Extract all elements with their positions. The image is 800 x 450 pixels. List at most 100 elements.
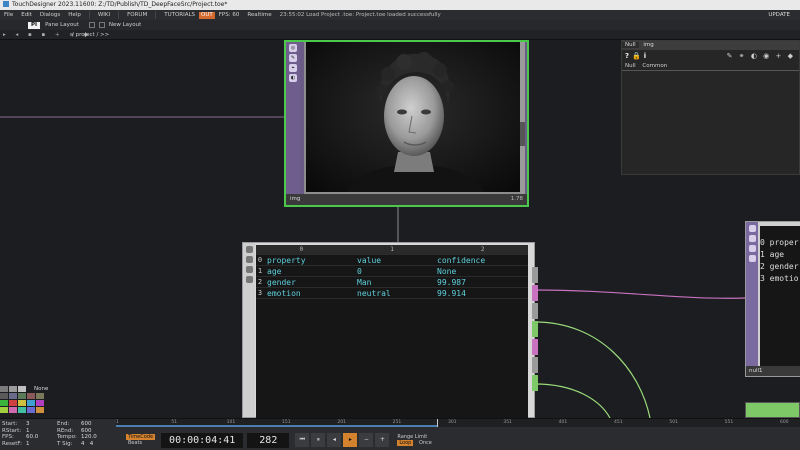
table-cell[interactable]: age bbox=[264, 266, 354, 276]
realtime-toggle[interactable]: Realtime bbox=[243, 10, 275, 20]
swatch[interactable] bbox=[0, 407, 8, 413]
pane-layout-label[interactable]: Pane Layout bbox=[45, 20, 79, 30]
swatch[interactable] bbox=[9, 400, 17, 406]
swatch[interactable] bbox=[36, 393, 44, 399]
stat-resetf[interactable]: 1 bbox=[26, 441, 30, 448]
table-cell[interactable]: Man bbox=[354, 277, 434, 287]
swatch[interactable] bbox=[9, 393, 17, 399]
output-connector[interactable] bbox=[532, 375, 538, 391]
output-connector[interactable] bbox=[532, 267, 538, 283]
node-settings-icon[interactable]: ⌖ bbox=[289, 64, 297, 72]
swatch[interactable] bbox=[36, 407, 44, 413]
table-cell[interactable]: None bbox=[434, 266, 524, 276]
node-pin-icon[interactable]: ✎ bbox=[289, 54, 297, 62]
node-display-icon[interactable] bbox=[245, 276, 253, 283]
menu-file[interactable]: File bbox=[0, 10, 17, 20]
node-info-icon[interactable] bbox=[748, 225, 756, 232]
green-node[interactable] bbox=[745, 402, 800, 418]
node-display-icon[interactable]: ◐ bbox=[289, 74, 297, 82]
pane-type-button[interactable]: PI bbox=[28, 21, 41, 29]
node-info-icon[interactable]: ◎ bbox=[289, 44, 297, 52]
playhead[interactable] bbox=[437, 419, 439, 427]
lock-icon[interactable]: 🔒 bbox=[632, 52, 641, 60]
swatch[interactable] bbox=[27, 393, 35, 399]
img-node[interactable]: ◎ ✎ ⌖ ◐ img 1.78 bbox=[284, 40, 529, 207]
swatch[interactable] bbox=[18, 400, 26, 406]
menu-dialogs[interactable]: Dialogs bbox=[36, 10, 64, 20]
output-connector[interactable] bbox=[532, 339, 538, 355]
swatch[interactable] bbox=[18, 407, 26, 413]
output-connector[interactable] bbox=[532, 321, 538, 337]
output-connectors[interactable] bbox=[532, 243, 538, 417]
stat-tsig[interactable]: 4 4 bbox=[81, 441, 93, 448]
output-connector[interactable] bbox=[532, 357, 538, 373]
swatch[interactable] bbox=[0, 393, 8, 399]
table-cell[interactable]: gender bbox=[264, 277, 354, 287]
swatch[interactable] bbox=[36, 400, 44, 406]
swatch[interactable] bbox=[0, 386, 8, 392]
play-reverse-icon[interactable]: ◂ bbox=[327, 433, 342, 447]
node-pin-icon[interactable] bbox=[748, 235, 756, 242]
color-palette[interactable]: None bbox=[0, 386, 52, 418]
rewind-icon[interactable]: ⏮ bbox=[295, 433, 310, 447]
table-cell[interactable]: 99.987 bbox=[434, 277, 524, 287]
table-row[interactable]: 0 property value confidence bbox=[256, 255, 528, 266]
timeline-ruler[interactable]: 1 51 101 151 201 251 301 351 401 451 501 551 600 bbox=[116, 419, 800, 427]
frame-display[interactable]: 282 bbox=[247, 432, 290, 448]
new-layout-button[interactable]: New Layout bbox=[109, 20, 141, 30]
null-dat-node[interactable]: 0 proper 1 age 2 gender 3 emotio null1 bbox=[745, 221, 800, 377]
swatch[interactable] bbox=[9, 407, 17, 413]
table-dat-node[interactable]: 0 1 2 0 property value confidence 1 age … bbox=[242, 242, 538, 418]
table-cell[interactable]: confidence bbox=[434, 255, 524, 265]
scroll-thumb[interactable] bbox=[520, 122, 525, 146]
node-info-icon[interactable] bbox=[245, 246, 253, 253]
table-cell[interactable]: 0 bbox=[354, 266, 434, 276]
table-cell[interactable]: property bbox=[264, 255, 354, 265]
tutorials-link[interactable]: TUTORIALS bbox=[160, 10, 199, 20]
update-button[interactable]: UPDATE bbox=[768, 10, 790, 20]
forum-link[interactable]: FORUM bbox=[123, 10, 151, 20]
beats-mode-button[interactable]: Beats bbox=[126, 440, 155, 446]
param-page-null[interactable]: Null bbox=[625, 63, 636, 69]
tsig-numerator[interactable]: 4 bbox=[81, 441, 85, 447]
param-tab-img[interactable]: img bbox=[640, 42, 656, 48]
node-settings-icon[interactable] bbox=[748, 245, 756, 252]
table-cell[interactable]: neutral bbox=[354, 288, 434, 298]
table-cell[interactable]: emotion bbox=[264, 288, 354, 298]
once-button[interactable]: Once bbox=[417, 440, 434, 446]
help-icon[interactable]: ? bbox=[625, 52, 629, 60]
layout-split-icon[interactable] bbox=[98, 22, 105, 28]
param-tab-null[interactable]: Null bbox=[622, 42, 639, 48]
node-name[interactable]: null1 bbox=[749, 368, 763, 374]
node-name[interactable]: img bbox=[290, 196, 300, 202]
output-connector[interactable] bbox=[532, 285, 538, 301]
table-row[interactable]: 3 emotion neutral 99.914 bbox=[256, 288, 528, 299]
swatch[interactable] bbox=[18, 393, 26, 399]
loop-button[interactable]: Loop bbox=[397, 440, 414, 446]
table-row[interactable]: 1 age 0 None bbox=[256, 266, 528, 277]
param-page-common[interactable]: Common bbox=[642, 63, 667, 69]
layout-single-icon[interactable] bbox=[88, 22, 95, 28]
param-tools-icons[interactable]: ✎ ⚭ ◐ ◉ + ◆ bbox=[727, 52, 795, 60]
table-grid[interactable]: 0 1 2 0 property value confidence 1 age … bbox=[256, 245, 528, 418]
node-pin-icon[interactable] bbox=[245, 256, 253, 263]
node-display-icon[interactable] bbox=[748, 255, 756, 262]
network-path[interactable]: / project / >> bbox=[72, 30, 109, 40]
swatch[interactable] bbox=[9, 386, 17, 392]
wiki-link[interactable]: WIKI bbox=[94, 10, 114, 20]
swatch[interactable] bbox=[27, 400, 35, 406]
menu-help[interactable]: Help bbox=[64, 10, 85, 20]
play-icon[interactable]: ▸ bbox=[343, 433, 358, 447]
step-back-icon[interactable]: − bbox=[359, 433, 374, 447]
menu-edit[interactable]: Edit bbox=[17, 10, 36, 20]
output-connector[interactable] bbox=[532, 303, 538, 319]
parameter-panel[interactable]: Null img ? 🔒 i ✎ ⚭ ◐ ◉ + ◆ Null Common bbox=[621, 40, 800, 175]
swatch[interactable] bbox=[18, 386, 26, 392]
viewer-scrollbar[interactable] bbox=[520, 42, 525, 194]
network-editor[interactable]: ◎ ✎ ⌖ ◐ img 1.78 0 1 2 0 property value … bbox=[0, 40, 800, 418]
timecode-display[interactable]: 00:00:04:41 bbox=[161, 432, 244, 448]
out-badge[interactable]: OUT bbox=[199, 11, 215, 19]
table-row[interactable]: 2 gender Man 99.987 bbox=[256, 277, 528, 288]
swatch[interactable] bbox=[0, 400, 8, 406]
info-icon[interactable]: i bbox=[644, 52, 646, 60]
